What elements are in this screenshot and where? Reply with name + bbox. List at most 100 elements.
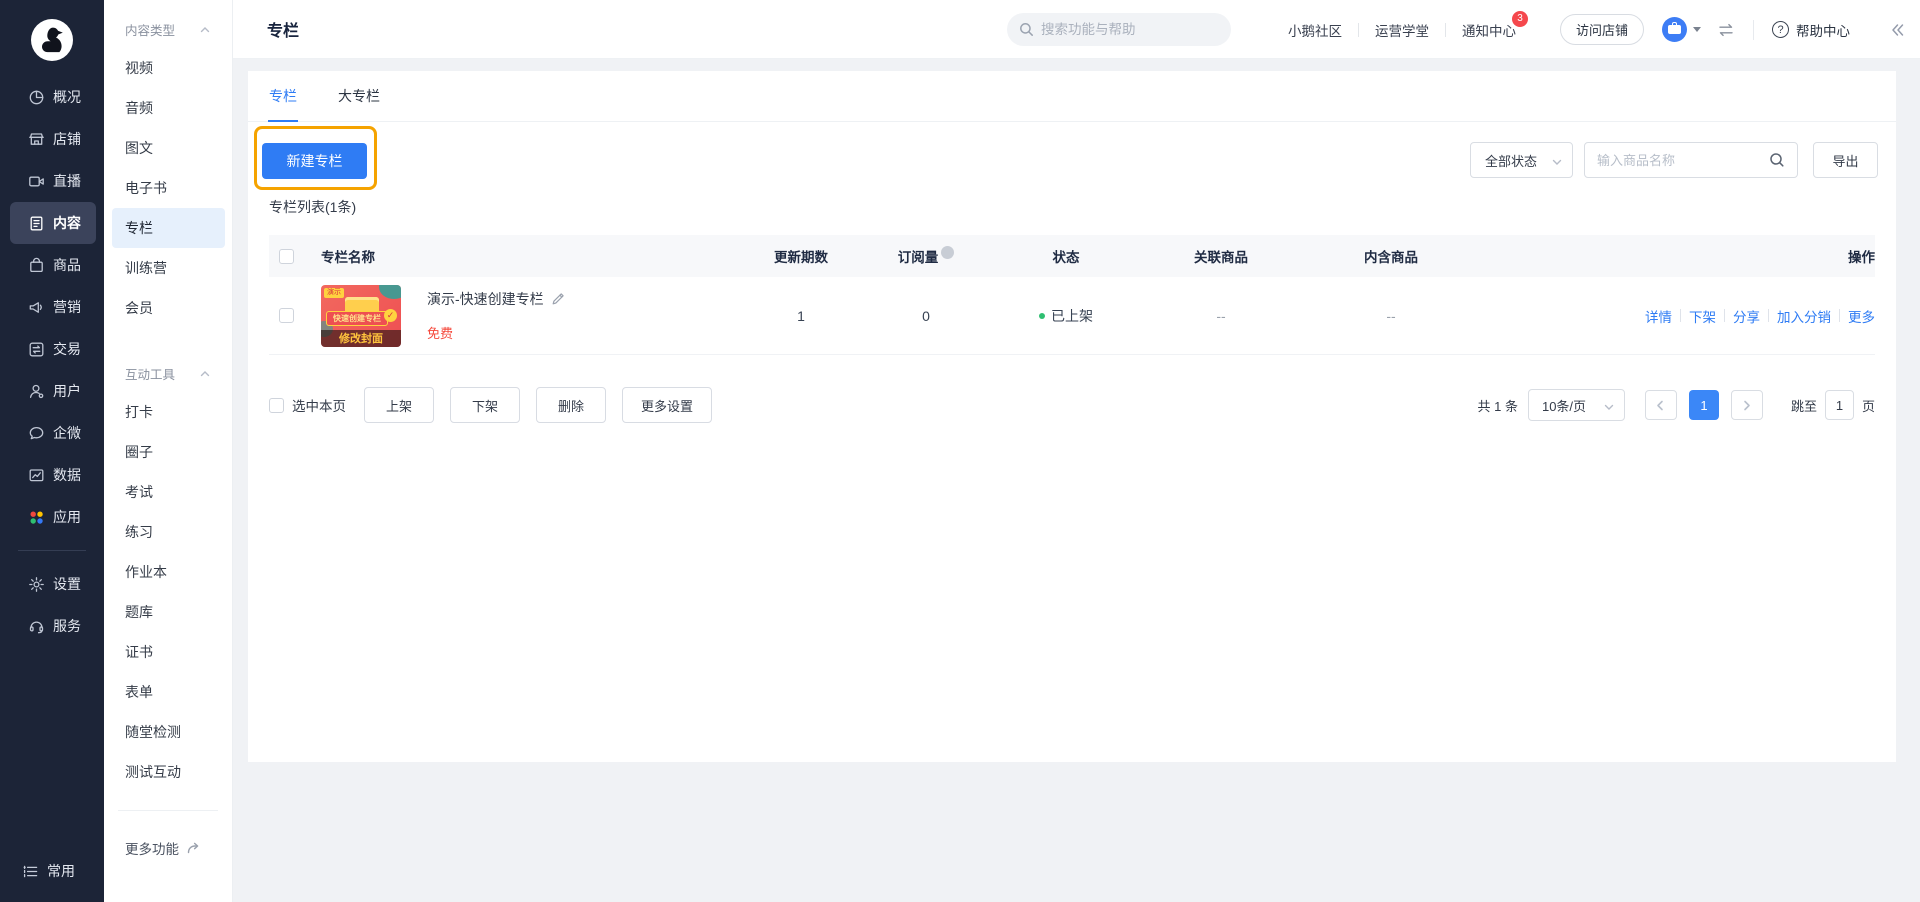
user-icon xyxy=(28,383,45,400)
subnav-item-label: 随堂检测 xyxy=(125,722,181,742)
sidebar-item-trade[interactable]: 交易 xyxy=(10,328,96,370)
sidebar-item-label: 商品 xyxy=(53,255,81,275)
row-checkbox[interactable] xyxy=(279,308,294,323)
search-icon[interactable] xyxy=(1769,152,1785,168)
subnav-item-label: 图文 xyxy=(125,138,153,158)
price-label: 免费 xyxy=(427,323,565,342)
subnav-item-test-interaction[interactable]: 测试互动 xyxy=(112,752,225,792)
delete-button[interactable]: 删除 xyxy=(536,387,606,423)
community-link[interactable]: 小鹅社区 xyxy=(1288,20,1342,40)
sidebar-item-wecom[interactable]: 企微 xyxy=(10,412,96,454)
subnav-item-audio[interactable]: 音频 xyxy=(112,88,225,128)
action-distribution-link[interactable]: 加入分销 xyxy=(1777,306,1831,326)
global-search-input[interactable] xyxy=(1041,22,1201,37)
status-dot-icon xyxy=(1039,313,1045,319)
subnav-item-label: 专栏 xyxy=(125,218,153,238)
select-all-checkbox[interactable] xyxy=(279,249,294,264)
action-share-link[interactable]: 分享 xyxy=(1733,306,1760,326)
collapse-sidebar-icon[interactable] xyxy=(1888,21,1906,39)
chevron-down-icon[interactable] xyxy=(1693,27,1701,32)
subnav-item-label: 会员 xyxy=(125,298,153,318)
primary-sidebar: 概况 店铺 直播 内容 商品 营销 xyxy=(0,0,104,902)
subnav-divider xyxy=(118,810,218,811)
edit-pencil-icon[interactable] xyxy=(551,292,565,306)
sidebar-item-marketing[interactable]: 营销 xyxy=(10,286,96,328)
change-cover-overlay[interactable]: 修改封面 xyxy=(321,330,401,347)
sidebar-item-label: 内容 xyxy=(53,213,81,233)
sidebar-item-shop[interactable]: 店铺 xyxy=(10,118,96,160)
action-unpublish-link[interactable]: 下架 xyxy=(1689,306,1716,326)
next-page-button[interactable] xyxy=(1731,390,1763,420)
subnav-item-certificate[interactable]: 证书 xyxy=(112,632,225,672)
column-header-operations: 操作 xyxy=(1848,246,1875,266)
subnav-item-exam[interactable]: 考试 xyxy=(112,472,225,512)
sidebar-item-label: 设置 xyxy=(53,574,81,594)
sidebar-item-overview[interactable]: 概况 xyxy=(10,76,96,118)
select-page-checkbox[interactable] xyxy=(269,398,284,413)
column-cover-thumbnail[interactable]: 演示 快速创建专栏 ✓ 修改封面 xyxy=(321,285,401,347)
export-button[interactable]: 导出 xyxy=(1813,142,1878,178)
product-search-input[interactable] xyxy=(1597,153,1769,168)
subnav-item-homework[interactable]: 作业本 xyxy=(112,552,225,592)
external-arrow-icon xyxy=(186,841,200,855)
chevron-down-icon xyxy=(1604,400,1614,410)
jump-page-input[interactable] xyxy=(1825,390,1854,420)
unpublish-button[interactable]: 下架 xyxy=(450,387,520,423)
action-detail-link[interactable]: 详情 xyxy=(1645,306,1672,326)
subnav-item-label: 表单 xyxy=(125,682,153,702)
sidebar-item-settings[interactable]: 设置 xyxy=(10,563,96,605)
section-header-content-types[interactable]: 内容类型 xyxy=(104,0,232,48)
subnav-item-trainingcamp[interactable]: 训练营 xyxy=(112,248,225,288)
sidebar-item-service[interactable]: 服务 xyxy=(10,605,96,647)
topbar-separator xyxy=(1358,23,1359,37)
brand-logo[interactable] xyxy=(0,0,104,76)
prev-page-button[interactable] xyxy=(1645,390,1677,420)
info-icon[interactable] xyxy=(941,246,954,259)
subnav-item-checkin[interactable]: 打卡 xyxy=(112,392,225,432)
global-search[interactable] xyxy=(1007,13,1231,46)
switch-account-icon[interactable] xyxy=(1717,21,1735,39)
tab-column[interactable]: 专栏 xyxy=(269,71,297,122)
sidebar-item-data[interactable]: 数据 xyxy=(10,454,96,496)
section-header-interactive-tools[interactable]: 互动工具 xyxy=(104,344,232,392)
action-more-link[interactable]: 更多 xyxy=(1848,306,1875,326)
subnav-item-practice[interactable]: 练习 xyxy=(112,512,225,552)
sidebar-item-content[interactable]: 内容 xyxy=(10,202,96,244)
sidebar-item-live[interactable]: 直播 xyxy=(10,160,96,202)
subnav-item-quiz[interactable]: 随堂检测 xyxy=(112,712,225,752)
notification-center-link[interactable]: 通知中心 3 xyxy=(1462,20,1516,40)
subnav-item-form[interactable]: 表单 xyxy=(112,672,225,712)
sidebar-divider xyxy=(18,550,86,551)
sidebar-item-frequently-used[interactable]: 常用 xyxy=(10,852,96,890)
subnav-item-circle[interactable]: 圈子 xyxy=(112,432,225,472)
avatar[interactable] xyxy=(1662,17,1687,42)
new-column-button[interactable]: 新建专栏 xyxy=(262,143,367,179)
storefront-icon xyxy=(28,131,45,148)
column-header-included: 内含商品 xyxy=(1364,246,1418,266)
video-camera-icon xyxy=(28,173,45,190)
publish-button[interactable]: 上架 xyxy=(364,387,434,423)
status-filter-select[interactable]: 全部状态 xyxy=(1470,142,1573,178)
subnav-item-ebook[interactable]: 电子书 xyxy=(112,168,225,208)
column-name[interactable]: 演示-快速创建专栏 xyxy=(427,289,544,309)
subnav-item-imagetext[interactable]: 图文 xyxy=(112,128,225,168)
list-icon xyxy=(22,863,39,880)
current-page-button[interactable]: 1 xyxy=(1689,390,1719,420)
topbar-divider xyxy=(1753,20,1754,40)
product-search[interactable] xyxy=(1584,142,1798,178)
page-size-select[interactable]: 10条/页 xyxy=(1528,389,1625,421)
sidebar-item-users[interactable]: 用户 xyxy=(10,370,96,412)
subnav-item-column[interactable]: 专栏 xyxy=(112,208,225,248)
help-center-link[interactable]: ? 帮助中心 xyxy=(1772,20,1850,40)
subnav-item-member[interactable]: 会员 xyxy=(112,288,225,328)
subnav-item-questionbank[interactable]: 题库 xyxy=(112,592,225,632)
sidebar-item-apps[interactable]: 应用 xyxy=(10,496,96,538)
tab-big-column[interactable]: 大专栏 xyxy=(338,71,380,122)
subnav-item-video[interactable]: 视频 xyxy=(112,48,225,88)
more-features-link[interactable]: 更多功能 xyxy=(104,829,232,867)
visit-shop-button[interactable]: 访问店铺 xyxy=(1560,14,1644,45)
operation-school-link[interactable]: 运营学堂 xyxy=(1375,20,1429,40)
more-settings-button[interactable]: 更多设置 xyxy=(622,387,712,423)
related-value: -- xyxy=(1216,308,1225,324)
sidebar-item-goods[interactable]: 商品 xyxy=(10,244,96,286)
